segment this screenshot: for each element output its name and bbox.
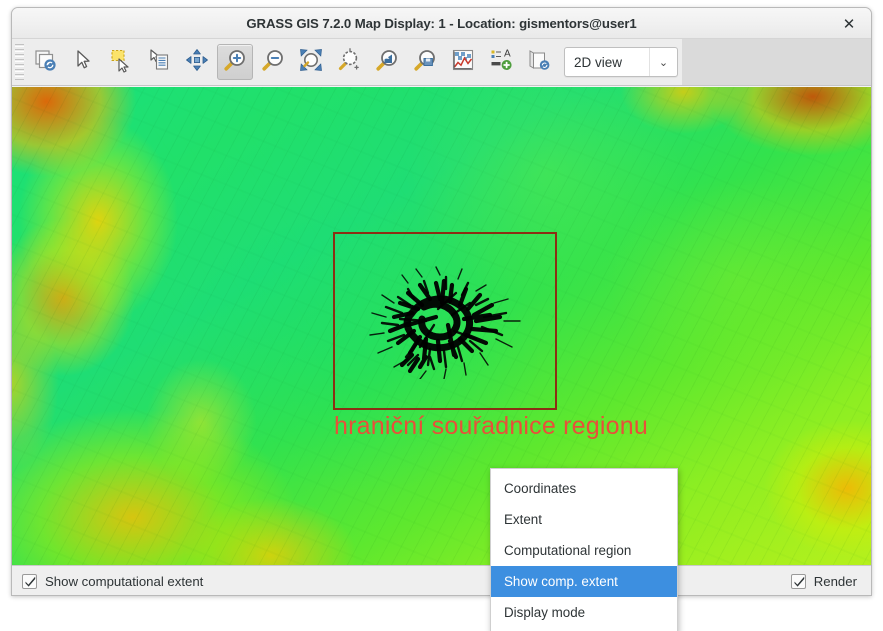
save-to-file-button[interactable] (521, 44, 557, 80)
view-mode-value: 2D view (574, 54, 623, 70)
zoom-out-button[interactable] (255, 44, 291, 80)
select-features-icon (108, 47, 134, 78)
zoom-back-button[interactable] (369, 44, 405, 80)
menu-item-show-comp-extent[interactable]: Show comp. extent (491, 566, 677, 597)
checkbox-box[interactable] (790, 573, 806, 589)
checkmark-icon (794, 576, 804, 587)
map-display-statusbar: Show computational extent Render (12, 565, 871, 595)
pan-button[interactable] (179, 44, 215, 80)
menu-item-coordinates[interactable]: Coordinates (491, 473, 677, 504)
window-title: GRASS GIS 7.2.0 Map Display: 1 - Locatio… (246, 16, 637, 31)
map-display-window: GRASS GIS 7.2.0 Map Display: 1 - Locatio… (11, 7, 872, 596)
close-icon[interactable]: ✕ (835, 8, 863, 39)
view-mode-combo[interactable]: 2D view ⌄ (564, 47, 678, 77)
zoom-back-icon (374, 47, 400, 78)
svg-text:A: A (504, 48, 511, 59)
select-features-button[interactable] (103, 44, 139, 80)
save-file-icon (526, 47, 552, 78)
show-computational-extent-checkbox[interactable]: Show computational extent (22, 573, 204, 589)
map-display-toolbar: A 2D view ⌄ (12, 39, 871, 86)
toolbar-drag-handle[interactable] (15, 44, 24, 80)
render-label: Render (813, 573, 857, 589)
computational-region-rectangle (333, 232, 557, 410)
menu-item-display-mode[interactable]: Display mode (491, 597, 677, 628)
add-legend-text-icon: A (488, 47, 514, 78)
toolbar-empty-area (682, 39, 871, 85)
zoom-extent-arrows-icon (298, 47, 324, 78)
zoom-in-button[interactable] (217, 44, 253, 80)
zoom-in-magnifier-icon (222, 47, 248, 78)
query-document-icon (146, 47, 172, 78)
save-display-geometry-button[interactable] (407, 44, 443, 80)
pointer-arrow-icon (70, 47, 96, 78)
screenshot-root: GRASS GIS 7.2.0 Map Display: 1 - Locatio… (0, 0, 883, 631)
query-raster-vector-button[interactable] (141, 44, 177, 80)
zoom-options-button[interactable] (331, 44, 367, 80)
zoom-options-icon (336, 47, 362, 78)
menu-item-computational-region[interactable]: Computational region (491, 535, 677, 566)
chevron-down-icon[interactable]: ⌄ (649, 48, 677, 76)
toolbar-button-group: A 2D view ⌄ (26, 39, 682, 85)
render-checkbox[interactable]: Render (790, 573, 857, 589)
add-map-elements-button[interactable]: A (483, 44, 519, 80)
show-computational-extent-label: Show computational extent (45, 573, 204, 589)
window-titlebar: GRASS GIS 7.2.0 Map Display: 1 - Locatio… (12, 8, 871, 39)
region-label-text: hraniční souřadnice regionu (334, 412, 648, 440)
menu-item-extent[interactable]: Extent (491, 504, 677, 535)
analyze-map-button[interactable] (445, 44, 481, 80)
render-map-button[interactable] (27, 44, 63, 80)
checkmark-icon (25, 576, 36, 587)
map-canvas-area[interactable]: hraniční souřadnice regionu (12, 87, 871, 565)
zoom-to-extent-button[interactable] (293, 44, 329, 80)
pan-arrows-icon (184, 47, 210, 78)
status-bar-context-menu: Coordinates Extent Computational region … (490, 468, 678, 631)
pointer-button[interactable] (65, 44, 101, 80)
checkbox-box[interactable] (22, 573, 37, 589)
zoom-save-icon (412, 47, 438, 78)
render-map-icon (32, 47, 58, 78)
zoom-out-magnifier-icon (260, 47, 286, 78)
histogram-chart-icon (450, 47, 476, 78)
